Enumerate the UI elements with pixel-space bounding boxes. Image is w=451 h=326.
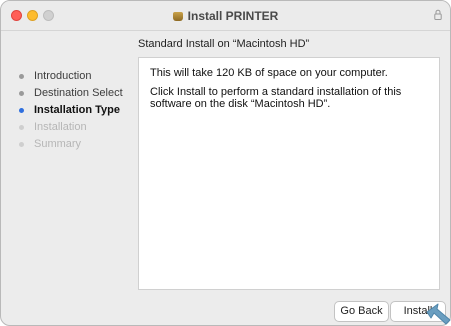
window-title-text: Install PRINTER (187, 9, 279, 23)
step-summary: Summary (19, 136, 134, 153)
step-dot-icon (19, 125, 24, 130)
step-dot-icon (19, 91, 24, 96)
content-panel: This will take 120 KB of space on your c… (138, 57, 440, 290)
step-destination-select: Destination Select (19, 85, 134, 102)
step-introduction: Introduction (19, 68, 134, 85)
lock-icon (434, 9, 442, 20)
step-label: Installation (34, 121, 87, 133)
step-label: Introduction (34, 70, 92, 82)
package-icon (172, 12, 183, 21)
step-dot-icon (19, 108, 24, 113)
step-label: Summary (34, 138, 82, 150)
step-label: Installation Type (34, 104, 120, 116)
title-bar[interactable]: Install PRINTER (1, 1, 450, 31)
step-label: Destination Select (34, 87, 123, 99)
window-title: Install PRINTER (1, 9, 450, 23)
pointer-arrow-icon (426, 303, 451, 325)
steps-sidebar: Introduction Destination Select Installa… (19, 68, 134, 153)
step-dot-icon (19, 74, 24, 79)
installer-window: Install PRINTER Standard Install on “Mac… (0, 0, 451, 326)
step-dot-icon (19, 142, 24, 147)
step-installation: Installation (19, 119, 134, 136)
page-subtitle: Standard Install on “Macintosh HD” (138, 38, 310, 50)
step-installation-type: Installation Type (19, 102, 134, 119)
space-required-text: This will take 120 KB of space on your c… (150, 67, 388, 79)
install-instructions-text: Click Install to perform a standard inst… (150, 86, 402, 110)
go-back-button[interactable]: Go Back (334, 301, 389, 322)
